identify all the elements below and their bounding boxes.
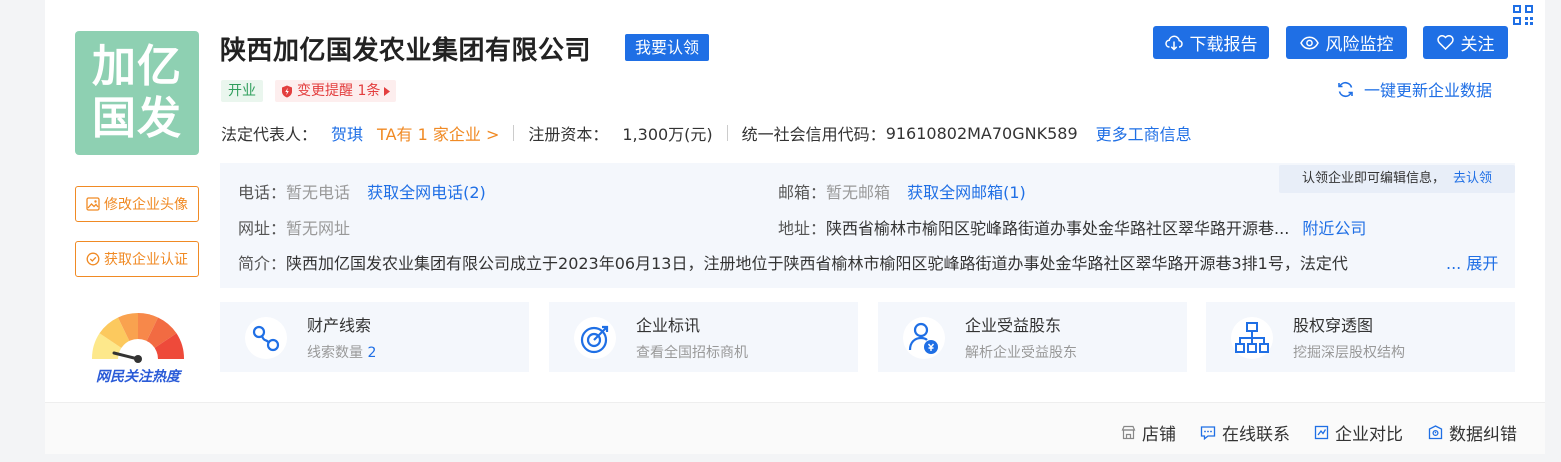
- heart-icon: [1436, 35, 1454, 50]
- ta-companies-link[interactable]: TA有 1 家企业 >: [377, 121, 499, 145]
- chat-icon: [1200, 426, 1216, 440]
- intro-value: 陕西加亿国发农业集团有限公司成立于2023年06月13日，注册地位于陕西省榆林市…: [286, 254, 1348, 273]
- eye-icon: [1299, 35, 1319, 50]
- get-certification-label: 获取企业认证: [104, 252, 188, 268]
- edit-avatar-label: 修改企业头像: [104, 197, 188, 213]
- feature-title: 企业受益股东: [965, 316, 1062, 335]
- online-contact-link[interactable]: 在线联系: [1200, 420, 1290, 445]
- phone-value: 暂无电话: [286, 183, 351, 202]
- email-label: 邮箱：: [778, 183, 827, 202]
- logo-text-line2: 国发: [92, 93, 182, 144]
- correction-icon: [1428, 425, 1443, 440]
- website-label: 网址：: [238, 219, 287, 238]
- download-report-label: 下载报告: [1189, 35, 1258, 55]
- feature-title: 企业标讯: [636, 316, 701, 335]
- refresh-data-link[interactable]: 一键更新企业数据: [1337, 77, 1492, 101]
- email-value: 暂无邮箱: [826, 183, 891, 202]
- nearby-companies-link[interactable]: 附近公司: [1302, 219, 1366, 238]
- image-icon: [86, 197, 100, 211]
- legal-rep-link[interactable]: 贺琪: [331, 121, 363, 145]
- caret-right-icon: [384, 86, 391, 96]
- card-footer: 店铺 在线联系 企业对比 数据纠错: [45, 402, 1545, 454]
- change-alert-badge[interactable]: 变更提醒 1条: [275, 80, 397, 102]
- cloud-download-icon: [1164, 35, 1183, 51]
- org-chart-icon: [1231, 317, 1273, 359]
- phone-label: 电话：: [238, 183, 287, 202]
- shop-label: 店铺: [1142, 425, 1176, 445]
- go-claim-link[interactable]: 去认领: [1453, 171, 1492, 186]
- compare-icon: [1314, 425, 1329, 440]
- more-business-info-link[interactable]: 更多工商信息: [1096, 121, 1192, 145]
- risk-monitor-button[interactable]: 风险监控: [1286, 26, 1407, 59]
- claim-button[interactable]: 我要认领: [625, 34, 710, 61]
- follow-button[interactable]: 关注: [1423, 26, 1508, 59]
- heat-label: 网民关注热度: [96, 369, 180, 385]
- follow-label: 关注: [1460, 35, 1495, 55]
- feature-subtitle-text: 线索数量: [307, 345, 368, 361]
- address-value: 陕西省榆林市榆阳区驼峰路街道办事处金华路社区翠华路开源巷...: [826, 219, 1290, 238]
- shield-alert-icon: [282, 85, 292, 97]
- data-correction-link[interactable]: 数据纠错: [1428, 420, 1517, 445]
- shop-icon: [1121, 425, 1136, 440]
- expand-intro-link[interactable]: ... 展开: [1446, 254, 1498, 273]
- feature-card-beneficiary[interactable]: 企业受益股东 解析企业受益股东: [878, 302, 1187, 372]
- qr-code-icon[interactable]: [1511, 3, 1537, 29]
- website-value: 暂无网址: [286, 219, 351, 238]
- get-email-link[interactable]: 获取全网邮箱(1): [907, 183, 1026, 202]
- address-label: 地址：: [778, 219, 827, 238]
- intro-label: 简介：: [238, 254, 287, 273]
- credit-code-value: 91610802MA70GNK589: [885, 123, 1078, 143]
- divider: [513, 125, 515, 141]
- shop-link[interactable]: 店铺: [1121, 420, 1176, 445]
- risk-monitor-label: 风险监控: [1325, 35, 1394, 55]
- data-correction-label: 数据纠错: [1449, 425, 1517, 445]
- claim-tooltip: 认领企业即可编辑信息， 去认领: [1279, 165, 1515, 193]
- logo-text-line1: 加亿: [92, 41, 182, 92]
- status-badge: 开业: [221, 80, 263, 102]
- feature-title: 股权穿透图: [1293, 316, 1374, 335]
- legal-rep-label: 法定代表人：: [221, 125, 318, 144]
- feature-title: 财产线索: [307, 316, 372, 335]
- compare-label: 企业对比: [1335, 425, 1403, 445]
- feature-subtitle: 线索数量 2: [307, 342, 376, 362]
- business-info-row: 法定代表人： 贺琪 TA有 1 家企业 > 注册资本： 1,300万(元) 统一…: [221, 121, 1192, 145]
- feature-card-equity-chart[interactable]: 股权穿透图 挖掘深层股权结构: [1206, 302, 1515, 372]
- refresh-icon: [1338, 81, 1353, 97]
- company-logo: 加亿 国发: [75, 31, 199, 155]
- download-report-button[interactable]: 下载报告: [1153, 26, 1269, 59]
- user-money-icon: [903, 317, 945, 359]
- divider: [726, 125, 728, 141]
- link-chain-icon: [245, 317, 287, 359]
- get-phone-link[interactable]: 获取全网电话(2): [367, 183, 486, 202]
- credit-code-label: 统一社会信用代码：: [741, 125, 886, 144]
- feature-subtitle: 挖掘深层股权结构: [1293, 345, 1405, 361]
- get-certification-button[interactable]: 获取企业认证: [75, 241, 199, 277]
- clue-count: 2: [367, 345, 377, 361]
- capital-label: 注册资本：: [528, 125, 609, 144]
- refresh-data-label: 一键更新企业数据: [1364, 81, 1493, 100]
- capital-value: 1,300万(元): [622, 125, 713, 144]
- company-name: 陕西加亿国发农业集团有限公司: [220, 36, 592, 66]
- badge-check-icon: [86, 252, 100, 266]
- claim-tooltip-text: 认领企业即可编辑信息，: [1301, 171, 1445, 186]
- edit-avatar-button[interactable]: 修改企业头像: [75, 186, 199, 222]
- feature-subtitle: 解析企业受益股东: [965, 345, 1077, 361]
- compare-link[interactable]: 企业对比: [1314, 420, 1403, 445]
- target-icon: [574, 317, 616, 359]
- online-contact-label: 在线联系: [1222, 425, 1290, 445]
- feature-subtitle: 查看全国招标商机: [636, 345, 748, 361]
- feature-card-bidding[interactable]: 企业标讯 查看全国招标商机: [549, 302, 858, 372]
- feature-card-property-clues[interactable]: 财产线索 线索数量 2: [220, 302, 529, 372]
- change-alert-label: 变更提醒 1条: [297, 83, 381, 99]
